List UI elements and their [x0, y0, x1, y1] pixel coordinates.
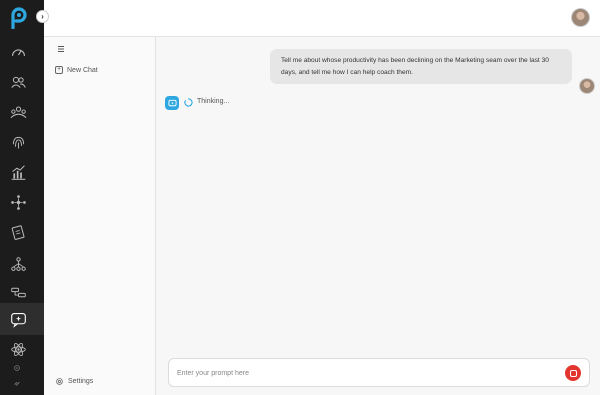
teams-icon[interactable] [8, 102, 28, 122]
prompt-input[interactable] [177, 367, 547, 379]
gear-icon [56, 378, 63, 385]
users-icon[interactable] [8, 72, 28, 92]
new-chat-button[interactable]: + New Chat [55, 66, 98, 74]
fingerprint-icon[interactable] [8, 132, 28, 152]
link-icon[interactable] [13, 379, 21, 387]
ai-chat-icon[interactable] [8, 309, 28, 329]
loading-spinner-icon [184, 98, 193, 107]
user-message-bubble: Tell me about whose productivity has bee… [270, 49, 572, 84]
network-icon[interactable] [8, 192, 28, 212]
stop-generation-button[interactable] [565, 365, 581, 381]
avatar [579, 78, 595, 94]
app-logo[interactable] [10, 7, 28, 29]
ai-chat-icon [167, 99, 177, 106]
chat-area: Tell me about whose productivity has bee… [156, 37, 600, 395]
hamburger-icon[interactable] [57, 45, 65, 53]
collapse-toggle-button[interactable]: › [36, 10, 49, 23]
gear-icon[interactable] [13, 364, 21, 372]
stop-icon [569, 369, 577, 377]
new-chat-label: New Chat [67, 66, 98, 74]
settings-button[interactable]: Settings [55, 377, 93, 386]
thinking-status: Thinking... [197, 98, 230, 105]
top-bar [44, 0, 600, 37]
plus-icon: + [55, 66, 63, 74]
prompt-composer [168, 358, 590, 387]
avatar[interactable] [571, 8, 590, 27]
workflow-icon[interactable] [8, 282, 28, 302]
reports-icon[interactable] [8, 222, 28, 242]
assistant-avatar [165, 96, 179, 110]
atom-icon[interactable] [8, 339, 28, 359]
chat-sidebar: + New Chat Settings [44, 37, 156, 395]
hierarchy-icon[interactable] [8, 254, 28, 274]
settings-label: Settings [68, 378, 94, 385]
analytics-chart-icon[interactable] [8, 162, 28, 182]
nav-rail [0, 0, 44, 395]
dashboard-gauge-icon[interactable] [8, 42, 28, 62]
